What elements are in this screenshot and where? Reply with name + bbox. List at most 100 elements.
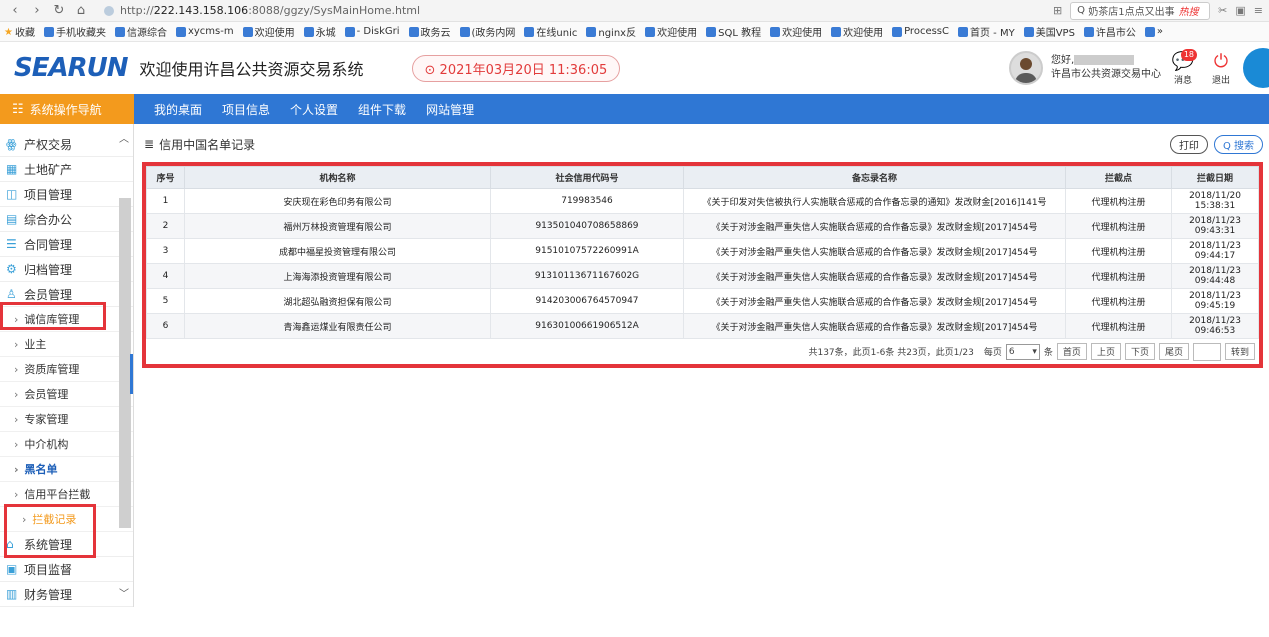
menu-icon[interactable]: ≡ bbox=[1254, 4, 1263, 17]
table-cell: 代理机构注册 bbox=[1065, 263, 1172, 289]
bookmark-item[interactable]: - DiskGri bbox=[344, 26, 400, 37]
nav-tab[interactable]: 组件下载 bbox=[358, 101, 406, 118]
table-cell: 5 bbox=[146, 288, 185, 314]
per-page-select[interactable]: 6 ▾ bbox=[1005, 343, 1040, 360]
cut-icon[interactable]: ✂ bbox=[1218, 4, 1227, 17]
user-info: 您好, 许昌市公共资源交易中心 bbox=[1051, 55, 1161, 80]
bookmark-item[interactable]: ★ 收藏 bbox=[4, 24, 35, 40]
bookmark-icon bbox=[770, 26, 781, 37]
bookmark-item[interactable]: 信源综合 bbox=[114, 24, 167, 39]
sidebar-item[interactable]: ▣ 项目监督 bbox=[0, 557, 133, 582]
bookmark-item[interactable]: 欢迎使用 bbox=[770, 24, 822, 39]
bookmark-item[interactable]: nginx反 bbox=[586, 24, 636, 39]
sidebar-subitem[interactable]: 信用平台拦截 bbox=[0, 482, 133, 507]
back-icon[interactable]: ‹ bbox=[6, 3, 24, 18]
extension-icon[interactable]: ▣ bbox=[1235, 4, 1245, 17]
bookmark-icon bbox=[459, 26, 470, 37]
go-page-button[interactable]: 转到 bbox=[1224, 343, 1255, 360]
column-header: 序号 bbox=[146, 166, 185, 189]
table-cell: 福州万林投资管理有限公司 bbox=[184, 213, 491, 239]
bookmark-item[interactable]: ProcessC bbox=[892, 26, 949, 37]
sidebar-subitem[interactable]: 业主 bbox=[0, 332, 133, 357]
bookmark-icon bbox=[645, 26, 656, 37]
menu-icon: ♙ bbox=[6, 287, 17, 301]
nav-tab[interactable]: 项目信息 bbox=[222, 101, 270, 118]
bookmark-item[interactable]: 手机收藏夹 bbox=[43, 24, 106, 39]
scroll-down-icon[interactable]: ﹀ bbox=[119, 585, 129, 600]
bookmark-item[interactable]: » bbox=[1144, 26, 1163, 37]
sidebar-item[interactable]: ◫ 项目管理 bbox=[0, 182, 133, 207]
table-row[interactable]: 5 湖北超弘融资担保有限公司 914203006764570947 《关于对涉金融严重… bbox=[146, 288, 1259, 314]
browser-search-input[interactable]: Q 奶茶店1点点又出事 热搜 bbox=[1070, 1, 1211, 20]
home-icon[interactable]: ⌂ bbox=[72, 3, 90, 18]
search-button[interactable]: Q 搜索 bbox=[1213, 134, 1263, 154]
bookmark-item[interactable]: 欢迎使用 bbox=[242, 24, 295, 39]
sidebar: ꙮ产权交易▦土地矿产◫项目管理▤综合办公☰合同管理⚙归档管理♙会员管理 诚信库管… bbox=[0, 124, 134, 607]
sidebar-item[interactable]: ⌂ 系统管理 bbox=[0, 532, 133, 557]
reload-icon[interactable]: ↻ bbox=[50, 3, 68, 18]
bookmark-item[interactable]: SQL 教程 bbox=[706, 24, 761, 39]
nav-tab[interactable]: 网站管理 bbox=[426, 101, 474, 118]
nav-tab[interactable]: 个人设置 bbox=[290, 101, 338, 118]
nav-toggle[interactable]: ☷ 系统操作导航 bbox=[0, 94, 134, 124]
sidebar-item[interactable]: ☰ 合同管理 bbox=[0, 232, 133, 257]
sidebar-subitem[interactable]: 资质库管理 bbox=[0, 357, 133, 382]
table-row[interactable]: 1 安庆现在彩色印务有限公司 719983546 《关于印发对失信被执行人实施联合惩戒… bbox=[146, 188, 1259, 214]
table-cell: 《关于对涉金融严重失信人实施联合惩戒的合作备忘录》发改财金规[2017]454号 bbox=[683, 313, 1066, 339]
sidebar-subitem[interactable]: 黑名单 bbox=[0, 457, 133, 482]
bookmark-item[interactable]: (政务内网 bbox=[459, 24, 515, 39]
sidebar-item[interactable]: ꙮ 产权交易 bbox=[0, 132, 133, 157]
sidebar-item[interactable]: ▦ 土地矿产 bbox=[0, 157, 133, 182]
page-number-input[interactable] bbox=[1192, 342, 1221, 361]
menu-icon: ▥ bbox=[6, 587, 18, 601]
sidebar-subitem[interactable]: 专家管理 bbox=[0, 407, 133, 432]
sidebar-item[interactable]: ▤ 综合办公 bbox=[0, 207, 133, 232]
bookmark-icon bbox=[892, 26, 903, 37]
sidebar-item[interactable]: ⚙ 归档管理 bbox=[0, 257, 133, 282]
table-cell: 2018/11/23 09:44:48 bbox=[1171, 263, 1259, 289]
print-button[interactable]: 打印 bbox=[1169, 134, 1208, 154]
bookmark-item[interactable]: 欢迎使用 bbox=[645, 24, 697, 39]
table-row[interactable]: 4 上海海添投资管理有限公司 91310113671167602G 《关于对涉金融严重… bbox=[146, 263, 1259, 289]
sidebar-subitem[interactable]: 拦截记录 bbox=[0, 507, 133, 532]
table-cell: 代理机构注册 bbox=[1065, 213, 1172, 239]
forward-icon[interactable]: › bbox=[28, 3, 46, 18]
sidebar-subitem[interactable]: 会员管理 bbox=[0, 382, 133, 407]
content-area: ≣ 信用中国名单记录 打印 Q 搜索 序号 机构名称 社会信用代码号 备忘录名称 拦截点… bbox=[134, 124, 1269, 607]
sidebar-collapse-handle[interactable] bbox=[130, 354, 133, 394]
bookmark-item[interactable]: 在线unic bbox=[524, 24, 577, 39]
table-cell: 安庆现在彩色印务有限公司 bbox=[184, 188, 491, 214]
apps-icon[interactable]: ⊞ bbox=[1053, 4, 1062, 17]
first-page-button[interactable]: 首页 bbox=[1056, 343, 1087, 360]
sidebar-item[interactable]: ▥ 财务管理 bbox=[0, 582, 133, 607]
exit-button[interactable]: ⏻ 退出 bbox=[1205, 51, 1237, 86]
bookmark-item[interactable]: 美国VPS bbox=[1023, 24, 1075, 39]
bookmark-item[interactable]: 永城 bbox=[303, 24, 336, 39]
table-row[interactable]: 6 青海鑫运煤业有限责任公司 91630100661906512A 《关于对涉金融严重… bbox=[146, 313, 1259, 339]
avatar[interactable] bbox=[1009, 51, 1043, 85]
user-area: 您好, 许昌市公共资源交易中心 💬 18 消息 ⏻ 退出 bbox=[1009, 42, 1269, 94]
table-row[interactable]: 2 福州万林投资管理有限公司 913501040708658869 《关于对涉金融严重… bbox=[146, 213, 1259, 239]
sidebar-item[interactable]: ♙ 会员管理 bbox=[0, 282, 133, 307]
menu-icon: ◫ bbox=[6, 187, 18, 201]
prev-page-button[interactable]: 上页 bbox=[1090, 343, 1121, 360]
messages-button[interactable]: 💬 18 消息 bbox=[1167, 48, 1199, 86]
last-page-button[interactable]: 尾页 bbox=[1158, 343, 1189, 360]
panel-header: ≣ 信用中国名单记录 打印 Q 搜索 bbox=[142, 132, 1263, 156]
next-page-button[interactable]: 下页 bbox=[1124, 343, 1155, 360]
sidebar-subitem[interactable]: 中介机构 bbox=[0, 432, 133, 457]
table-cell: 2018/11/23 09:46:53 bbox=[1171, 313, 1259, 339]
sidebar-subitem[interactable]: 诚信库管理 bbox=[0, 307, 133, 332]
bookmark-icon bbox=[831, 26, 842, 37]
nav-tab[interactable]: 我的桌面 bbox=[154, 101, 202, 118]
bookmark-item[interactable]: 许昌市公 bbox=[1083, 24, 1136, 39]
bookmark-item[interactable]: 政务云 bbox=[408, 24, 451, 39]
table-row[interactable]: 3 成都中福星投资管理有限公司 91510107572260991A 《关于对涉金融严… bbox=[146, 238, 1259, 264]
address-bar[interactable]: http://222.143.158.106:8088/ggzy/SysMain… bbox=[104, 2, 844, 20]
bookmark-item[interactable]: 首页 - MY bbox=[958, 24, 1015, 39]
bookmark-item[interactable]: 欢迎使用 bbox=[831, 24, 883, 39]
bookmark-item[interactable]: xycms-m bbox=[175, 26, 234, 37]
table-cell: 6 bbox=[146, 313, 185, 339]
floating-assistant-icon[interactable] bbox=[1243, 48, 1269, 88]
scroll-up-icon[interactable]: ︿ bbox=[119, 130, 129, 145]
